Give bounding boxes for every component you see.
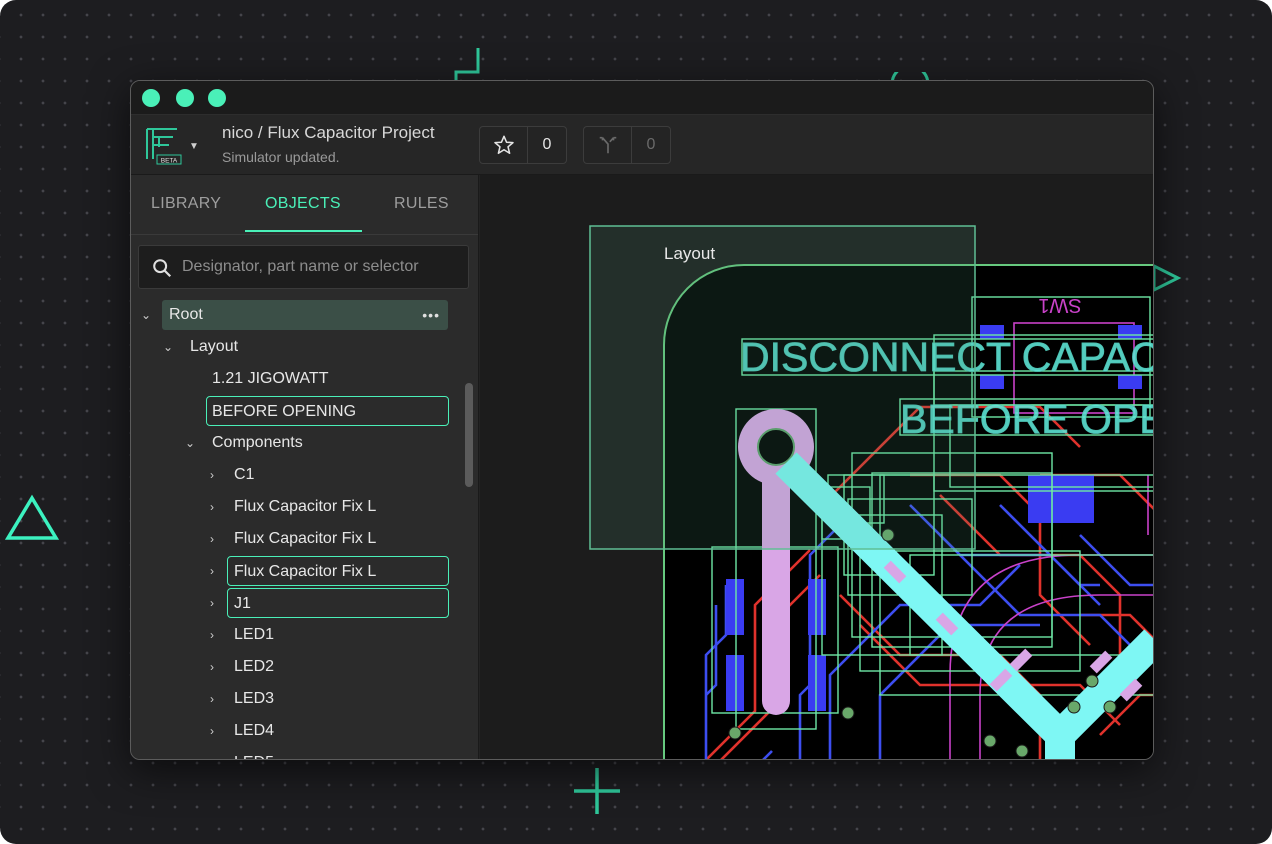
chevron-right-icon[interactable]: › xyxy=(205,620,219,650)
tree-row-component[interactable]: › Flux Capacitor Fix L xyxy=(205,556,449,586)
tree-row-component[interactable]: › LED3 xyxy=(205,684,449,714)
tree-label: C1 xyxy=(234,466,255,483)
tree-label: LED2 xyxy=(234,658,275,675)
window-minimize-dot[interactable] xyxy=(176,89,194,107)
tree-row-highlight[interactable]: Flux Capacitor Fix L xyxy=(227,556,449,586)
logo-beta-badge: BETA xyxy=(161,158,178,165)
chevron-down-icon[interactable]: ⌄ xyxy=(161,332,175,362)
chevron-down-icon[interactable]: ⌄ xyxy=(139,300,153,330)
chevron-right-icon[interactable]: › xyxy=(205,652,219,682)
fork-button-group[interactable]: 0 xyxy=(583,126,671,164)
star-icon[interactable] xyxy=(480,127,528,163)
sidebar-tabs: LIBRARY OBJECTS RULES xyxy=(131,175,478,235)
chevron-right-icon[interactable]: › xyxy=(205,460,219,490)
fork-count: 0 xyxy=(646,136,656,153)
search-input[interactable] xyxy=(182,246,462,288)
tree-label: J1 xyxy=(234,595,251,612)
tree-row-before-opening[interactable]: BEFORE OPENING xyxy=(206,396,449,426)
tree-label: LED4 xyxy=(234,722,275,739)
star-count: 0 xyxy=(542,136,552,153)
tree-label: Flux Capacitor Fix L xyxy=(234,563,377,580)
object-tree: ⌄ Root ••• ⌄ Layout 1.21 JIGOWATT BEFORE… xyxy=(131,300,461,759)
fork-icon[interactable] xyxy=(584,127,632,163)
circuit-decoration-top xyxy=(454,48,480,84)
tree-label: BEFORE OPENING xyxy=(212,403,357,420)
plus-decoration xyxy=(574,768,620,814)
tree-row-component[interactable]: › Flux Capacitor Fix L xyxy=(205,492,449,522)
app-window: BETA ▼ nico / Flux Capacitor Project Sim… xyxy=(130,80,1154,760)
tree-label: Components xyxy=(212,434,303,451)
pcb-canvas[interactable]: SW1 CAPAC BEFORE OPE Layout xyxy=(480,175,1154,760)
chevron-right-icon[interactable]: › xyxy=(205,492,219,522)
tree-row-component[interactable]: › LED5 xyxy=(205,748,449,759)
tree-label: Root xyxy=(169,306,203,323)
chevron-right-icon[interactable]: › xyxy=(205,684,219,714)
window-maximize-dot[interactable] xyxy=(208,89,226,107)
flux-logo-icon[interactable]: BETA xyxy=(143,125,183,165)
chevron-right-icon[interactable]: › xyxy=(205,588,219,618)
tree-label: Flux Capacitor Fix L xyxy=(234,530,377,547)
sidebar: LIBRARY OBJECTS RULES ⌄ Root ••• xyxy=(131,175,479,759)
tree-row-component[interactable]: › Flux Capacitor Fix L xyxy=(205,524,449,554)
title-bar xyxy=(131,81,1153,115)
tree-row-root[interactable]: ⌄ Root ••• xyxy=(139,300,461,330)
tree-row-layout[interactable]: ⌄ Layout xyxy=(161,332,451,362)
tree-label: LED3 xyxy=(234,690,275,707)
tab-library[interactable]: LIBRARY xyxy=(151,195,221,213)
tab-rules[interactable]: RULES xyxy=(394,195,449,213)
simulator-status: Simulator updated. xyxy=(222,149,340,165)
project-title[interactable]: nico / Flux Capacitor Project xyxy=(222,123,435,143)
tree-row-component[interactable]: › C1 xyxy=(205,460,449,490)
star-button-group[interactable]: 0 xyxy=(479,126,567,164)
tree-label: Layout xyxy=(190,338,239,355)
tab-objects[interactable]: OBJECTS xyxy=(265,195,341,213)
tree-row-jigowatt[interactable]: 1.21 JIGOWATT xyxy=(206,364,446,394)
chevron-right-icon[interactable]: › xyxy=(205,748,219,759)
chevron-right-icon[interactable]: › xyxy=(205,716,219,746)
tree-label: LED5 xyxy=(234,748,274,759)
project-menu-chevron-icon[interactable]: ▼ xyxy=(189,141,199,152)
tree-row-highlight[interactable]: J1 xyxy=(227,588,449,618)
active-tab-indicator xyxy=(245,230,362,232)
tree-row-component[interactable]: › LED1 xyxy=(205,620,449,650)
backdrop: BETA ▼ nico / Flux Capacitor Project Sim… xyxy=(0,0,1272,844)
project-header: BETA ▼ nico / Flux Capacitor Project Sim… xyxy=(131,115,1153,175)
window-close-dot[interactable] xyxy=(142,89,160,107)
tree-label: LED1 xyxy=(234,626,275,643)
object-search xyxy=(138,245,469,289)
chevron-down-icon[interactable]: ⌄ xyxy=(183,428,197,458)
tree-scrollbar[interactable] xyxy=(465,383,473,487)
chevron-right-icon[interactable]: › xyxy=(205,524,219,554)
tree-row-component[interactable]: › LED2 xyxy=(205,652,449,682)
chevron-right-icon[interactable]: › xyxy=(205,556,219,586)
layout-selection-box[interactable] xyxy=(589,225,976,550)
layout-label: Layout xyxy=(664,244,715,263)
tree-row-root-highlight[interactable]: Root ••• xyxy=(162,300,448,330)
more-options-icon[interactable]: ••• xyxy=(422,300,440,330)
triangle-decoration-right xyxy=(1152,263,1182,293)
triangle-decoration-left xyxy=(4,494,60,540)
search-icon xyxy=(153,259,172,278)
tree-row-components[interactable]: ⌄ Components xyxy=(183,428,453,458)
tree-label: Flux Capacitor Fix L xyxy=(234,498,377,515)
tree-row-component[interactable]: › LED4 xyxy=(205,716,449,746)
tree-label: 1.21 JIGOWATT xyxy=(212,370,329,387)
pcb-layout-view[interactable]: SW1 CAPAC BEFORE OPE Layout xyxy=(480,175,1154,760)
tree-row-component[interactable]: › J1 xyxy=(205,588,449,618)
